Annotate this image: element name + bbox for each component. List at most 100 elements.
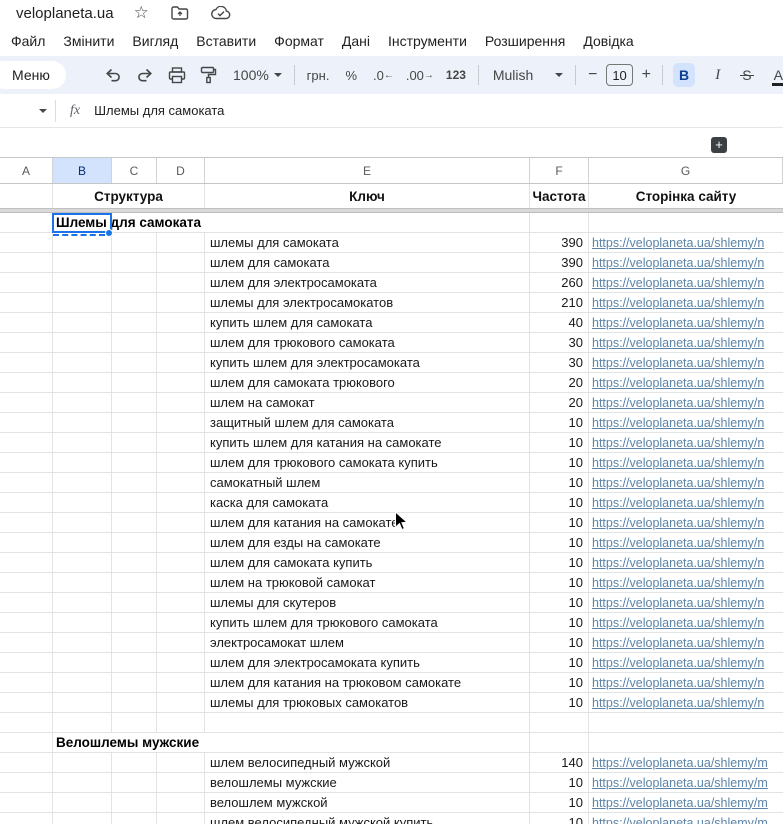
key-cell[interactable]: купить шлем для самоката — [210, 313, 372, 332]
column-header-c[interactable]: C — [112, 158, 157, 183]
grid-cell[interactable] — [0, 593, 53, 612]
key-cell[interactable]: шлем велосипедный мужской купить — [210, 813, 433, 824]
column-header-b[interactable]: B — [53, 158, 112, 183]
grid-cell[interactable] — [0, 253, 53, 272]
grid-cell[interactable] — [0, 813, 53, 824]
frequency-cell[interactable]: 10 — [530, 453, 583, 472]
add-button[interactable]: + — [711, 137, 727, 153]
grid-cell[interactable] — [112, 813, 157, 824]
key-cell[interactable]: шлемы для скутеров — [210, 593, 336, 612]
grid-cell[interactable] — [157, 293, 205, 312]
grid-cell[interactable] — [112, 293, 157, 312]
grid-cell[interactable] — [157, 233, 205, 252]
currency-format-button[interactable]: грн. — [307, 68, 330, 83]
grid-cell[interactable] — [0, 553, 53, 572]
menu-item-0[interactable]: Файл — [2, 30, 54, 52]
page-link[interactable]: https://veloplaneta.ua/shlemy/n — [592, 313, 764, 332]
grid-cell[interactable] — [112, 713, 157, 732]
grid-cell[interactable] — [157, 753, 205, 772]
grid-cell[interactable] — [112, 753, 157, 772]
frequency-cell[interactable]: 390 — [530, 253, 583, 272]
key-cell[interactable]: самокатный шлем — [210, 473, 320, 492]
grid-cell[interactable] — [53, 673, 112, 692]
grid-cell[interactable] — [53, 453, 112, 472]
grid-cell[interactable] — [157, 713, 205, 732]
grid-cell[interactable] — [205, 713, 530, 732]
page-link[interactable]: https://veloplaneta.ua/shlemy/n — [592, 573, 764, 592]
page-link[interactable]: https://veloplaneta.ua/shlemy/n — [592, 253, 764, 272]
section-title[interactable]: Велошлемы мужские — [56, 733, 199, 752]
grid-cell[interactable] — [0, 613, 53, 632]
increase-font-size-button[interactable]: + — [642, 66, 651, 84]
redo-button[interactable] — [136, 67, 154, 83]
key-cell[interactable]: велошлемы мужские — [210, 773, 337, 792]
move-folder-icon[interactable] — [171, 6, 189, 20]
frequency-cell[interactable]: 10 — [530, 593, 583, 612]
grid-cell[interactable] — [0, 433, 53, 452]
frequency-cell[interactable]: 10 — [530, 673, 583, 692]
grid-cell[interactable] — [112, 793, 157, 812]
grid-cell[interactable] — [53, 653, 112, 672]
grid-cell[interactable] — [157, 673, 205, 692]
key-cell[interactable]: электросамокат шлем — [210, 633, 344, 652]
grid-cell[interactable] — [112, 693, 157, 712]
paint-format-button[interactable] — [200, 66, 217, 84]
bold-button[interactable]: B — [672, 63, 696, 87]
grid-cell[interactable] — [53, 333, 112, 352]
column-header-f[interactable]: F — [530, 158, 589, 183]
star-icon[interactable]: ☆ — [134, 3, 149, 23]
grid-cell[interactable] — [112, 353, 157, 372]
key-cell[interactable]: велошлем мужской — [210, 793, 328, 812]
grid-cell[interactable] — [53, 433, 112, 452]
text-color-button[interactable]: A — [771, 67, 783, 86]
grid-cell[interactable] — [530, 733, 589, 752]
grid-cell[interactable] — [112, 273, 157, 292]
frequency-cell[interactable]: 10 — [530, 813, 583, 824]
grid-cell[interactable] — [157, 493, 205, 512]
grid-cell[interactable] — [0, 333, 53, 352]
grid-cell[interactable] — [157, 633, 205, 652]
more-formats-button[interactable]: 123 — [446, 68, 466, 82]
grid-cell[interactable] — [157, 773, 205, 792]
frequency-cell[interactable]: 10 — [530, 553, 583, 572]
grid-cell[interactable] — [112, 253, 157, 272]
frequency-cell[interactable]: 390 — [530, 233, 583, 252]
frequency-cell[interactable]: 20 — [530, 373, 583, 392]
page-link[interactable]: https://veloplaneta.ua/shlemy/n — [592, 593, 764, 612]
grid-cell[interactable] — [157, 473, 205, 492]
grid-cell[interactable] — [157, 653, 205, 672]
page-link[interactable]: https://veloplaneta.ua/shlemy/n — [592, 293, 764, 312]
fill-handle[interactable] — [105, 229, 113, 237]
font-select[interactable]: Mulish — [493, 67, 564, 83]
page-link[interactable]: https://veloplaneta.ua/shlemy/n — [592, 513, 764, 532]
grid-cell[interactable] — [112, 553, 157, 572]
grid-cell[interactable] — [0, 733, 53, 752]
grid-cell[interactable] — [0, 373, 53, 392]
page-link[interactable]: https://veloplaneta.ua/shlemy/n — [592, 433, 764, 452]
grid-cell[interactable] — [53, 753, 112, 772]
key-cell[interactable]: шлем на самокат — [210, 393, 315, 412]
grid-cell[interactable] — [157, 453, 205, 472]
grid-cell[interactable] — [157, 253, 205, 272]
grid-cell[interactable] — [53, 553, 112, 572]
frequency-cell[interactable]: 10 — [530, 613, 583, 632]
menu-item-5[interactable]: Дані — [333, 30, 379, 52]
grid-cell[interactable] — [53, 533, 112, 552]
grid-cell[interactable] — [112, 493, 157, 512]
page-link[interactable]: https://veloplaneta.ua/shlemy/n — [592, 233, 764, 252]
grid-cell[interactable] — [112, 313, 157, 332]
frequency-cell[interactable]: 10 — [530, 473, 583, 492]
grid-cell[interactable] — [157, 513, 205, 532]
page-link[interactable]: https://veloplaneta.ua/shlemy/m — [592, 773, 768, 792]
frequency-cell[interactable]: 10 — [530, 693, 583, 712]
grid-cell[interactable] — [112, 633, 157, 652]
grid-cell[interactable] — [157, 273, 205, 292]
strikethrough-button[interactable]: S — [740, 67, 755, 83]
key-cell[interactable]: шлем для электросамоката купить — [210, 653, 420, 672]
key-cell[interactable]: купить шлем для катания на самокате — [210, 433, 442, 452]
increase-decimal-button[interactable]: .00 → — [406, 68, 434, 83]
grid-cell[interactable] — [53, 613, 112, 632]
zoom-select[interactable]: 100% — [233, 67, 282, 83]
grid-cell[interactable] — [530, 713, 589, 732]
key-cell[interactable]: шлем для езды на самокате — [210, 533, 381, 552]
